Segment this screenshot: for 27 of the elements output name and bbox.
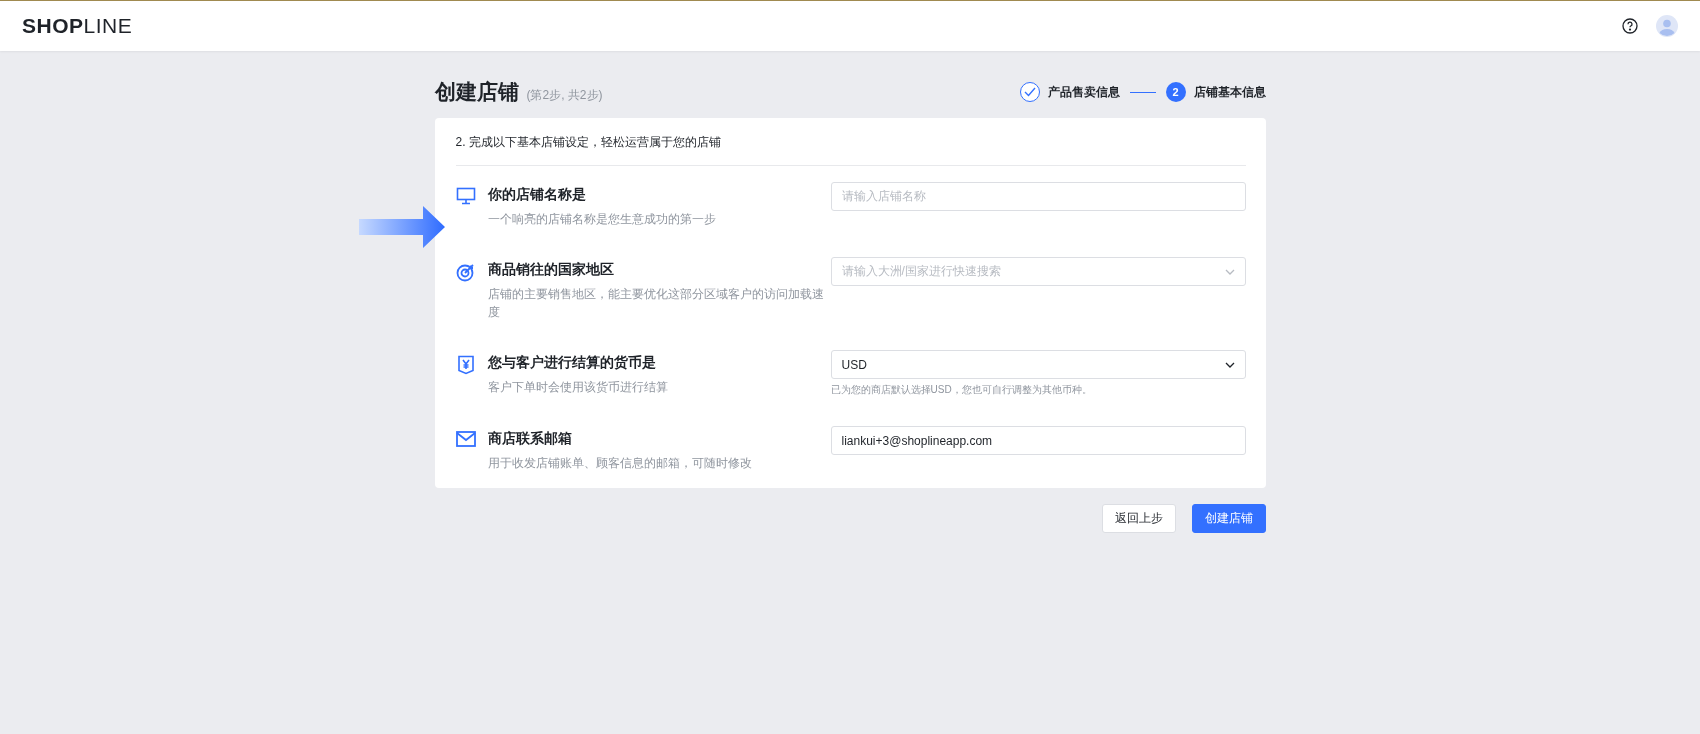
mail-icon: [455, 431, 476, 447]
field-label: 您与客户进行结算的货币是: [487, 354, 657, 372]
back-button[interactable]: 返回上步: [1101, 504, 1176, 533]
field-label: 你的店铺名称是: [487, 186, 587, 204]
currency-shield-icon: [456, 355, 475, 375]
field-hint: 已为您的商店默认选择USD，您也可自行调整为其他币种。: [830, 383, 1093, 397]
select-field[interactable]: USD: [830, 350, 1246, 379]
field-description: 用于收发店铺账单、顾客信息的邮箱，可随时修改: [487, 455, 753, 472]
step-count: (第2步, 共2步): [526, 87, 603, 104]
chevron-down-icon: [1224, 361, 1235, 368]
step-number: 2: [1165, 82, 1186, 102]
field-description: 一个响亮的店铺名称是您生意成功的第一步: [487, 211, 717, 228]
chevron-down-icon: [1224, 268, 1235, 275]
monitor-icon: [455, 187, 476, 205]
page-title: 创建店铺: [434, 79, 519, 105]
target-icon: [455, 262, 476, 282]
field-description: 客户下单时会使用该货币进行结算: [487, 379, 669, 396]
field-label: 商品销往的国家地区: [487, 261, 615, 279]
input-field[interactable]: liankui+3@shoplineapp.com: [830, 426, 1246, 455]
step-label: 店铺基本信息: [1193, 83, 1266, 101]
help-icon[interactable]: [1622, 18, 1638, 34]
field-label: 商店联系邮箱: [487, 430, 573, 448]
card-heading: 2. 完成以下基本店铺设定，轻松运营属于您的店铺: [455, 118, 1246, 166]
shopline-logo[interactable]: SHOPLINE: [22, 14, 133, 38]
create-store-button[interactable]: 创建店铺: [1191, 504, 1266, 533]
field-description: 店铺的主要销售地区，能主要优化这部分区域客户的访问加载速度: [487, 286, 825, 321]
step-label: 产品售卖信息: [1047, 83, 1120, 101]
